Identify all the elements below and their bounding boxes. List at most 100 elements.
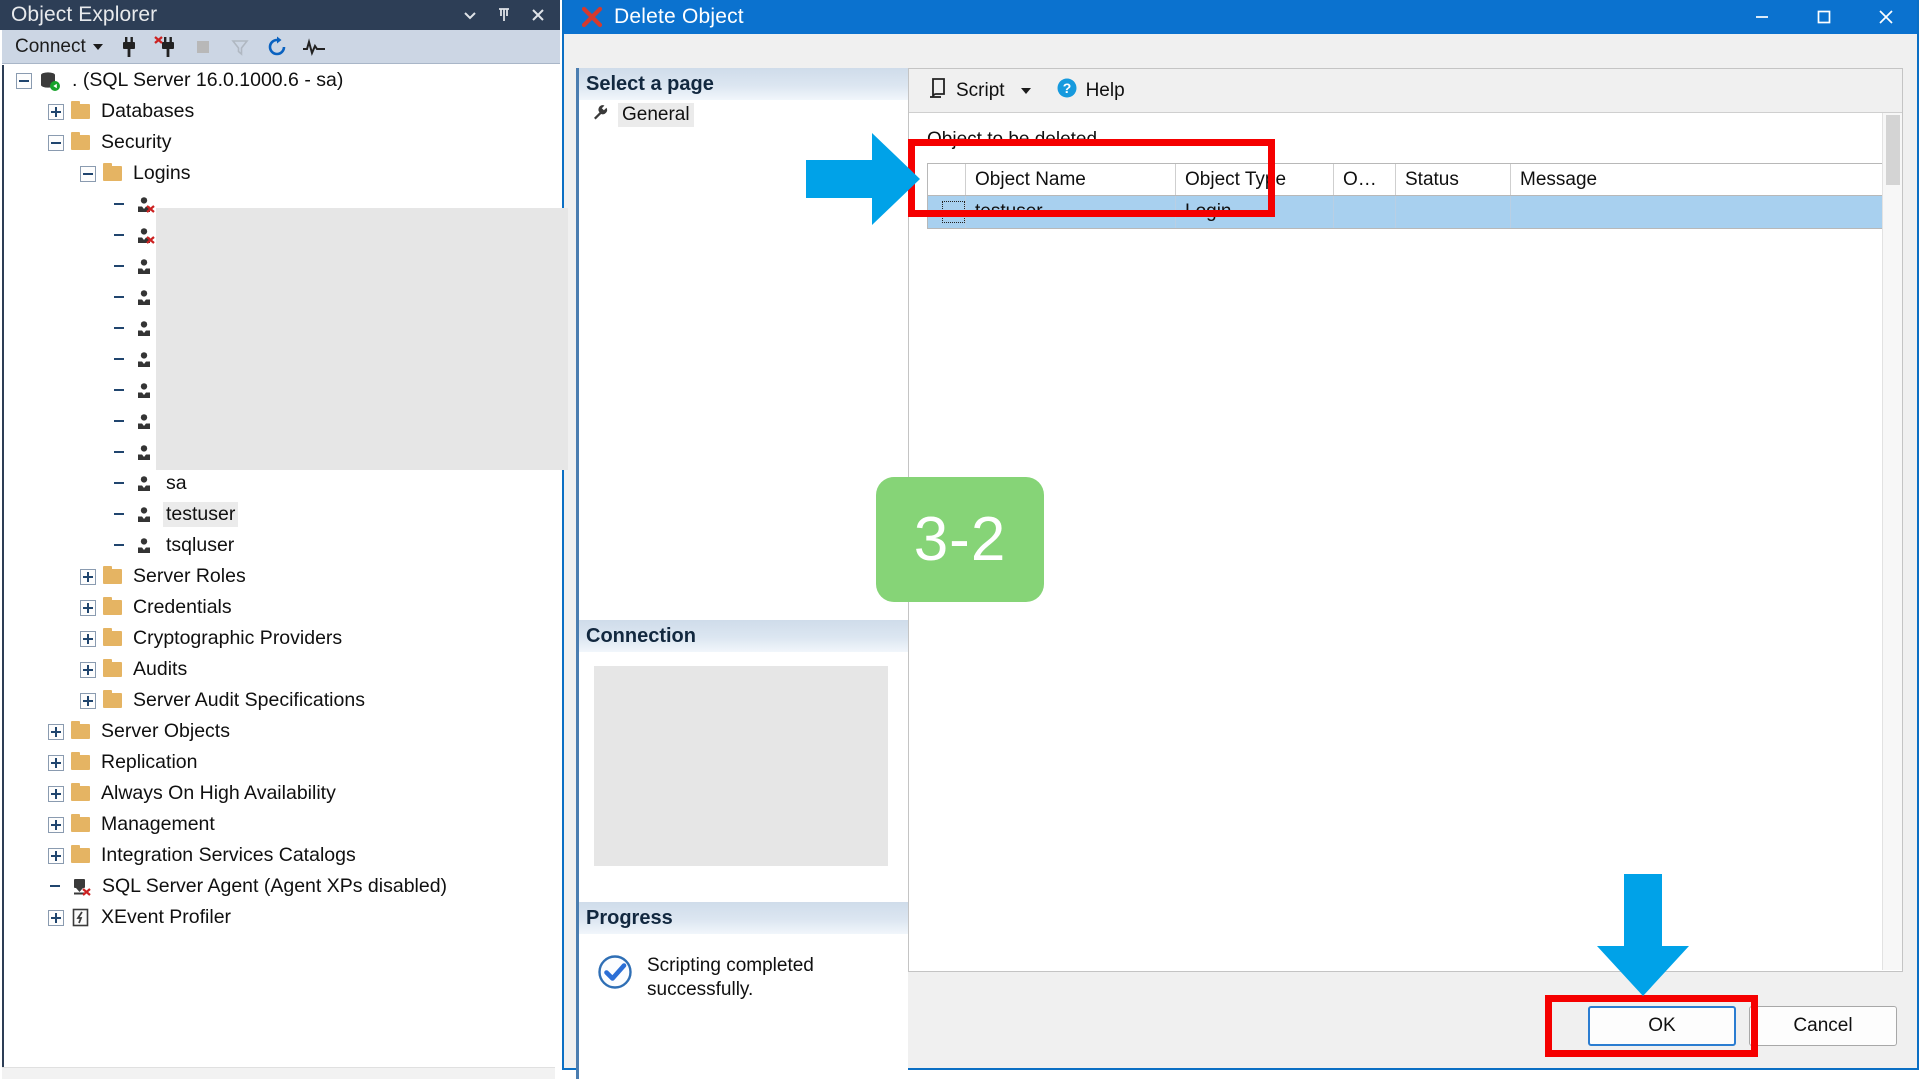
minimize-button[interactable] [1731,0,1793,34]
login-icon [135,257,155,277]
server-icon [39,71,61,91]
tree-spacer [112,352,128,368]
collapse-icon[interactable] [16,72,32,89]
expand-icon[interactable] [80,661,96,678]
expand-icon[interactable] [48,754,64,771]
tree-node[interactable]: Server Objects [4,716,555,747]
cancel-button[interactable]: Cancel [1749,1006,1897,1046]
pin-icon[interactable] [495,6,513,24]
tree-node[interactable]: XEvent Profiler [4,902,555,933]
cell-owner[interactable] [1334,196,1396,228]
collapse-icon[interactable] [80,165,96,182]
expand-icon[interactable] [80,568,96,585]
tree-spacer [112,445,128,461]
tree-node[interactable]: Server Audit Specifications [4,685,555,716]
help-icon: ? [1056,77,1078,105]
tree-node[interactable]: Always On High Availability [4,778,555,809]
refresh-icon[interactable] [260,33,294,61]
tree-node[interactable]: Replication [4,747,555,778]
success-check-icon [597,954,633,995]
tree-node[interactable]: SQL Server Agent (Agent XPs disabled) [4,871,555,902]
cell-object-name[interactable]: testuser [966,196,1176,228]
tree-spacer [48,879,64,895]
scrollbar-thumb[interactable] [1886,115,1900,185]
tree-node[interactable]: . (SQL Server 16.0.1000.6 - sa) [4,65,555,96]
tree-node[interactable]: Security [4,127,555,158]
grid-header-row: Object Name Object Type O… Status Message [928,164,1883,196]
tree-node-label: sa [166,472,187,494]
grid-column-header[interactable]: Object Name [966,164,1176,195]
grid-row[interactable]: testuser Login [928,196,1883,228]
login-icon [135,319,155,339]
connection-panel: Connection [576,620,908,904]
tree-node-label: Always On High Availability [101,782,336,804]
panel-vscrollbar[interactable] [1882,113,1902,970]
close-icon[interactable] [529,6,547,24]
expand-icon[interactable] [48,723,64,740]
grid-column-header[interactable]: O… [1334,164,1396,195]
expand-icon[interactable] [80,692,96,709]
expand-icon[interactable] [48,847,64,864]
tree-node-label: SQL Server Agent (Agent XPs disabled) [102,875,448,897]
cell-message[interactable] [1511,196,1883,228]
expand-icon[interactable] [48,103,64,120]
tree-node[interactable]: Cryptographic Providers [4,623,555,654]
tree-node[interactable]: Credentials [4,592,555,623]
folder-icon [71,752,90,770]
wrench-icon [591,103,610,128]
tree-spacer [112,414,128,430]
tree-spacer [112,321,128,337]
cell-object-type[interactable]: Login [1176,196,1334,228]
login-disabled-icon [135,195,155,215]
tree-node-label: Integration Services Catalogs [101,844,356,866]
tree-spacer [112,259,128,275]
svg-text:?: ? [1062,80,1071,96]
chevron-down-icon [92,43,103,50]
cell-status[interactable] [1396,196,1511,228]
disconnect-icon[interactable] [149,33,183,61]
close-button[interactable] [1855,0,1917,34]
tree-node[interactable]: Databases [4,96,555,127]
select-page-panel: Select a page General [576,68,908,638]
expand-icon[interactable] [48,785,64,802]
dialog-window-buttons [1731,0,1917,34]
tree-node[interactable]: Logins [4,158,555,189]
chevron-down-icon [1020,87,1031,94]
grid-column-header[interactable]: Message [1511,164,1883,195]
connect-button[interactable]: Connect [12,34,109,60]
folder-icon [103,163,122,181]
tree-node[interactable]: Integration Services Catalogs [4,840,555,871]
collapse-icon[interactable] [48,134,64,151]
tree-node[interactable]: tsqluser [4,530,555,561]
objects-to-delete-grid[interactable]: Object Name Object Type O… Status Message tes… [927,163,1884,229]
expand-icon[interactable] [80,599,96,616]
connect-icon[interactable] [112,33,146,61]
tree-node[interactable]: Audits [4,654,555,685]
row-selector-cell[interactable] [928,196,966,228]
tree-node[interactable]: Management [4,809,555,840]
page-item-general[interactable]: General [579,100,908,130]
maximize-button[interactable] [1793,0,1855,34]
tree-node-label: Server Objects [101,720,230,742]
expand-icon[interactable] [48,909,64,926]
select-page-list: General [576,100,908,638]
tree-node[interactable]: sa [4,468,555,499]
ok-button[interactable]: OK [1588,1006,1736,1046]
login-icon [135,350,155,370]
tree-node[interactable]: testuser [4,499,555,530]
folder-icon [71,721,90,739]
dropdown-icon[interactable] [461,6,479,24]
tree-node[interactable]: Server Roles [4,561,555,592]
tree-node-label: . (SQL Server 16.0.1000.6 - sa) [72,69,344,91]
script-button[interactable]: Script [924,74,1035,108]
grid-column-header[interactable]: Object Type [1176,164,1334,195]
object-explorer-hscrollbar[interactable] [2,1067,555,1079]
grid-column-header[interactable]: Status [1396,164,1511,195]
activity-monitor-icon[interactable] [297,33,331,61]
dialog-title: Delete Object [614,5,744,28]
expand-icon[interactable] [48,816,64,833]
filter-icon [223,33,257,61]
dialog-right-panel: Script ? Help Object to be deleted Objec… [908,68,1903,972]
help-button[interactable]: ? Help [1052,74,1129,108]
expand-icon[interactable] [80,630,96,647]
